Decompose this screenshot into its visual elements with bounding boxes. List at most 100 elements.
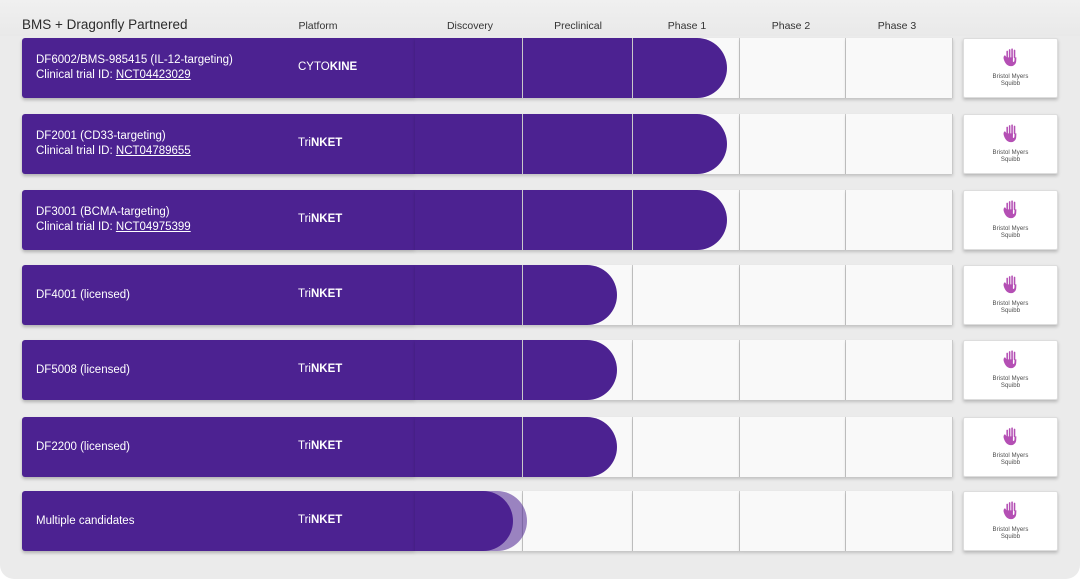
- platform-prefix: Tri: [298, 363, 311, 375]
- phase-divider: [632, 38, 634, 98]
- partner-logo-cell[interactable]: Bristol MyersSquibb: [963, 38, 1058, 98]
- pipeline-row: DF6002/BMS-985415 (IL-12-targeting) Clini…: [0, 38, 1080, 98]
- platform-suffix: NKET: [311, 514, 342, 526]
- partner-logo-cell[interactable]: Bristol MyersSquibb: [963, 340, 1058, 400]
- platform-label: TriNKET: [298, 363, 342, 375]
- bms-wordmark: Bristol MyersSquibb: [993, 527, 1029, 541]
- program-name: DF3001 (BCMA-targeting) Clinical trial ID…: [36, 205, 191, 235]
- trial-id-link[interactable]: NCT04789655: [116, 145, 191, 157]
- program-name-text: Multiple candidates: [36, 515, 134, 527]
- program-name-text: DF3001 (BCMA-targeting): [36, 206, 170, 218]
- bms-hand-icon: [1001, 501, 1021, 525]
- platform-suffix: NKET: [311, 440, 342, 452]
- partner-logo-cell[interactable]: Bristol MyersSquibb: [963, 190, 1058, 250]
- platform-label: TriNKET: [298, 514, 342, 526]
- bms-wordmark-line1: Bristol Myers: [993, 376, 1029, 382]
- phase-cell-phase-2[interactable]: [740, 340, 846, 400]
- phase-cell-phase-2[interactable]: [740, 265, 846, 325]
- platform-prefix: Tri: [298, 137, 311, 149]
- trial-id-label: Clinical trial ID:: [36, 221, 116, 233]
- trial-id-link[interactable]: NCT04975399: [116, 221, 191, 233]
- program-label-block: DF2001 (CD33-targeting)Clinical trial ID…: [22, 114, 415, 174]
- program-label-block: Multiple candidates TriNKET: [22, 491, 415, 551]
- phase-cell-phase-2[interactable]: [740, 190, 846, 250]
- trial-id-link[interactable]: NCT04423029: [116, 69, 191, 81]
- program-name-text: DF2001 (CD33-targeting): [36, 130, 166, 142]
- phase-divider: [632, 190, 634, 250]
- bms-wordmark-line2: Squibb: [1001, 157, 1020, 163]
- program-label-block: DF5008 (licensed) TriNKET: [22, 340, 415, 400]
- bms-hand-icon: [1001, 124, 1021, 148]
- platform-prefix: CYTO: [298, 61, 330, 73]
- trial-id-label: Clinical trial ID:: [36, 69, 116, 81]
- bms-wordmark-line1: Bristol Myers: [993, 150, 1029, 156]
- platform-label: CYTOKINE: [298, 61, 357, 73]
- phase-track: [415, 265, 953, 325]
- progress-bar: [415, 114, 727, 174]
- phase-cell-phase-3[interactable]: [846, 417, 953, 477]
- phase-cell-preclinical[interactable]: [523, 491, 633, 551]
- table-header: BMS + Dragonfly Partnered Platform Disco…: [0, 0, 1080, 36]
- page-title: BMS + Dragonfly Partnered: [22, 17, 187, 32]
- partner-logo-cell[interactable]: Bristol MyersSquibb: [963, 417, 1058, 477]
- progress-bar: [415, 491, 513, 551]
- platform-prefix: Tri: [298, 213, 311, 225]
- partner-logo-cell[interactable]: Bristol MyersSquibb: [963, 265, 1058, 325]
- phase-cell-phase-2[interactable]: [740, 114, 846, 174]
- phase-cell-phase-1[interactable]: [633, 265, 740, 325]
- phase-cell-phase-1[interactable]: [633, 491, 740, 551]
- phase-divider: [522, 340, 524, 400]
- phase-cell-phase-2[interactable]: [740, 491, 846, 551]
- bms-wordmark: Bristol MyersSquibb: [993, 453, 1029, 467]
- bms-wordmark-line2: Squibb: [1001, 383, 1020, 389]
- program-name: Multiple candidates: [36, 514, 134, 529]
- phase-track: [415, 340, 953, 400]
- program-name-text: DF2200 (licensed): [36, 441, 130, 453]
- phase-cell-phase-3[interactable]: [846, 491, 953, 551]
- bms-wordmark: Bristol MyersSquibb: [993, 376, 1029, 390]
- phase-cell-phase-3[interactable]: [846, 38, 953, 98]
- bms-wordmark-line2: Squibb: [1001, 233, 1020, 239]
- platform-label: TriNKET: [298, 288, 342, 300]
- bms-wordmark-line1: Bristol Myers: [993, 453, 1029, 459]
- platform-prefix: Tri: [298, 514, 311, 526]
- phase-cell-phase-2[interactable]: [740, 38, 846, 98]
- partner-logo-cell[interactable]: Bristol MyersSquibb: [963, 114, 1058, 174]
- bms-wordmark-line2: Squibb: [1001, 460, 1020, 466]
- phase-cell-phase-3[interactable]: [846, 114, 953, 174]
- progress-bar: [415, 38, 727, 98]
- phase-cell-phase-3[interactable]: [846, 265, 953, 325]
- phase-divider: [522, 114, 524, 174]
- column-header-discovery: Discovery: [447, 20, 493, 32]
- phase-track: [415, 38, 953, 98]
- phase-cell-phase-1[interactable]: [633, 417, 740, 477]
- phase-track: [415, 190, 953, 250]
- platform-suffix: NKET: [311, 363, 342, 375]
- phase-track: [415, 417, 953, 477]
- platform-suffix: NKET: [311, 213, 342, 225]
- platform-label: TriNKET: [298, 137, 342, 149]
- column-header-preclinical: Preclinical: [554, 20, 602, 32]
- column-header-phase-2: Phase 2: [772, 20, 811, 32]
- phase-divider: [522, 38, 524, 98]
- pipeline-row: DF2200 (licensed) TriNKET Bristol MyersSqu…: [0, 417, 1080, 477]
- platform-suffix: NKET: [311, 137, 342, 149]
- program-name-text: DF6002/BMS-985415 (IL-12-targeting): [36, 54, 233, 66]
- platform-label: TriNKET: [298, 440, 342, 452]
- phase-cell-phase-2[interactable]: [740, 417, 846, 477]
- program-name: DF2200 (licensed): [36, 440, 130, 455]
- phase-cell-phase-3[interactable]: [846, 190, 953, 250]
- program-label-block: DF2200 (licensed) TriNKET: [22, 417, 415, 477]
- partner-logo-cell[interactable]: Bristol MyersSquibb: [963, 491, 1058, 551]
- program-name-text: DF5008 (licensed): [36, 364, 130, 376]
- phase-cell-phase-1[interactable]: [633, 340, 740, 400]
- column-header-phase-1: Phase 1: [668, 20, 707, 32]
- bms-wordmark-line1: Bristol Myers: [993, 301, 1029, 307]
- phase-cell-phase-3[interactable]: [846, 340, 953, 400]
- bms-wordmark-line1: Bristol Myers: [993, 74, 1029, 80]
- pipeline-row: DF2001 (CD33-targeting)Clinical trial ID…: [0, 114, 1080, 174]
- bms-wordmark-line2: Squibb: [1001, 81, 1020, 87]
- progress-bar: [415, 417, 617, 477]
- program-label-block: DF6002/BMS-985415 (IL-12-targeting) Clini…: [22, 38, 415, 98]
- program-name: DF4001 (licensed): [36, 288, 130, 303]
